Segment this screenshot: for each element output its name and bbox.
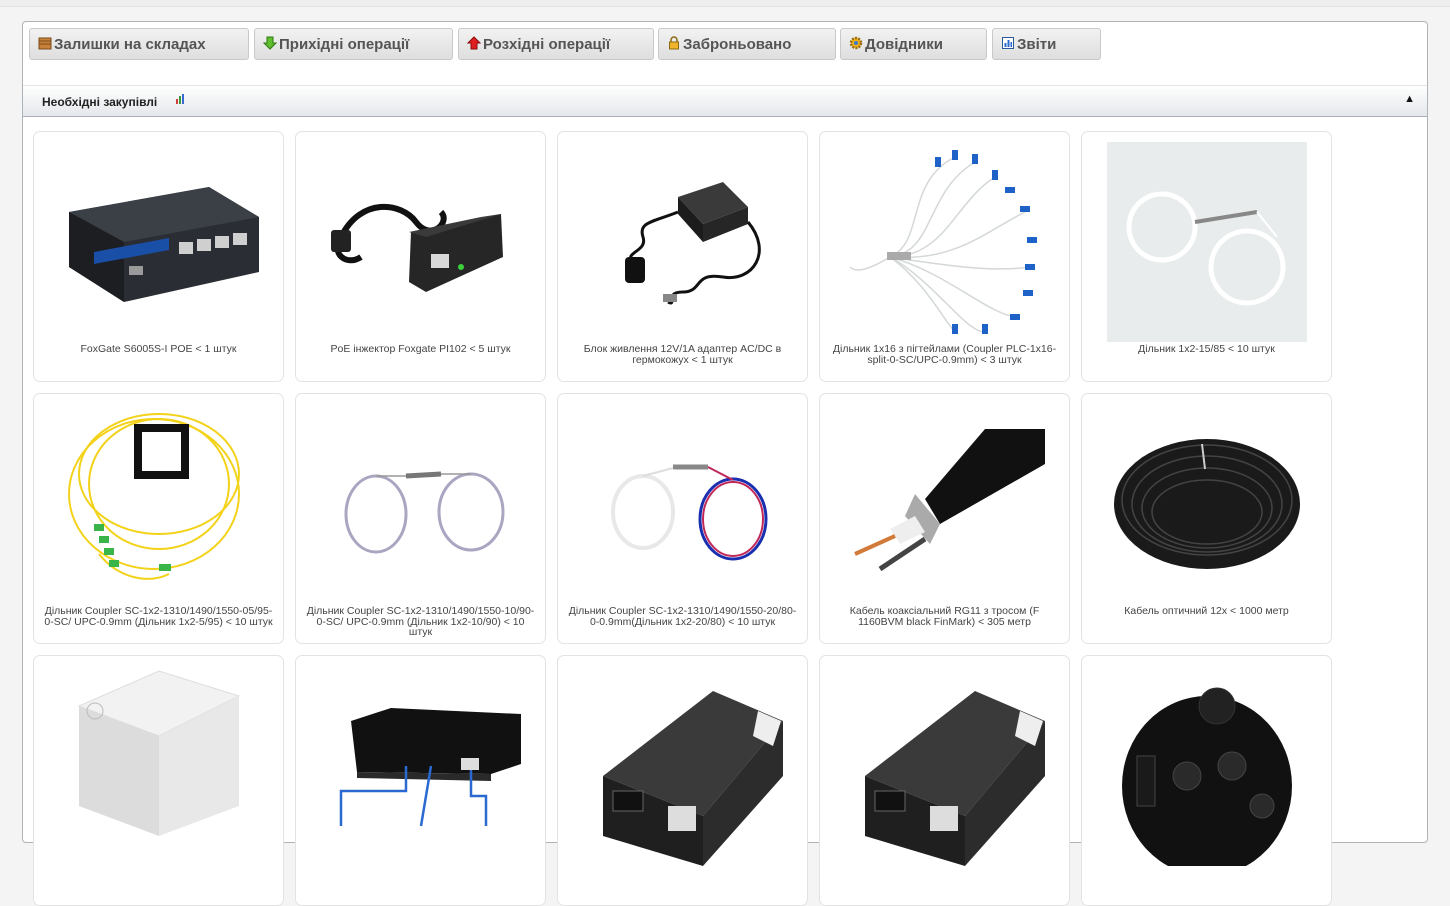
- tab-reserved[interactable]: Заброньовано: [658, 28, 836, 60]
- report-icon: [1002, 37, 1014, 49]
- arrow-down-icon: [263, 36, 277, 50]
- tab-label: Прихідні операції: [279, 36, 410, 53]
- tab-directories[interactable]: Довідники: [840, 28, 987, 60]
- media-box-image: [339, 708, 521, 827]
- lock-icon: [669, 36, 679, 50]
- splice-closure-image: [1122, 687, 1292, 866]
- tab-label: Звіти: [1017, 36, 1057, 53]
- product-name: Дільник 1х16 з пігтейлами (Coupler PLC-1…: [832, 343, 1057, 366]
- product-card[interactable]: [557, 655, 808, 906]
- coupler-red-blue-image: [611, 464, 768, 561]
- tab-reports[interactable]: Звіти: [992, 28, 1101, 60]
- section-title: Необхідні закупівлі: [42, 95, 158, 109]
- fiber-cable-image: [1114, 439, 1300, 569]
- top-strip: [0, 0, 1450, 7]
- media-converter-image: [603, 691, 783, 866]
- tab-label: Розхідні операції: [483, 36, 611, 53]
- switch-image: [69, 187, 259, 302]
- product-card[interactable]: Блок живлення 12V/1A адаптер AC/DC в гер…: [557, 131, 808, 382]
- coupler-grey-image: [344, 471, 505, 554]
- product-card[interactable]: Дільник 1х2-15/85 < 10 штук: [1081, 131, 1332, 382]
- product-name: Дільник Coupler SC-1x2-1310/1490/1550-20…: [568, 605, 797, 628]
- product-name: Дільник Coupler SC-1x2-1310/1490/1550-10…: [306, 605, 535, 638]
- warehouse-icon: [38, 37, 52, 50]
- product-card[interactable]: [819, 655, 1070, 906]
- coax-cable-image: [854, 429, 1045, 572]
- product-card[interactable]: [1081, 655, 1332, 906]
- product-card[interactable]: Дільник Coupler SC-1x2-1310/1490/1550-05…: [33, 393, 284, 644]
- tab-label: Залишки на складах: [54, 36, 206, 53]
- coupler-yellow-image: [68, 413, 240, 580]
- junction-box-image: [77, 670, 241, 836]
- product-name: PoE інжектор Foxgate PI102 < 5 штук: [330, 343, 511, 355]
- tab-label: Довідники: [865, 36, 943, 53]
- tab-outgoing[interactable]: Розхідні операції: [458, 28, 654, 60]
- product-name: Кабель оптичний 12х < 1000 метр: [1124, 605, 1289, 617]
- splitter-1x16-image: [849, 150, 1037, 334]
- product-card[interactable]: [295, 655, 546, 906]
- product-card[interactable]: PoE інжектор Foxgate PI102 < 5 штук: [295, 131, 546, 382]
- product-name: FoxGate S6005S-I POE < 1 штук: [80, 343, 237, 355]
- product-name: Дільник Coupler SC-1x2-1310/1490/1550-05…: [44, 605, 273, 628]
- product-card[interactable]: Кабель коаксіальний RG11 з тросом (F 116…: [819, 393, 1070, 644]
- product-card[interactable]: FoxGate S6005S-I POE < 1 штук: [33, 131, 284, 382]
- product-card[interactable]: Дільник 1х16 з пігтейлами (Coupler PLC-1…: [819, 131, 1070, 382]
- media-converter-image: [865, 691, 1045, 866]
- product-name: Блок живлення 12V/1A адаптер AC/DC в гер…: [583, 343, 782, 366]
- splitter-1x2-image: [1107, 142, 1307, 342]
- product-card[interactable]: Дільник Coupler SC-1x2-1310/1490/1550-20…: [557, 393, 808, 644]
- gear-icon: [849, 36, 863, 50]
- product-name: Кабель коаксіальний RG11 з тросом (F 116…: [849, 605, 1040, 628]
- bar-chart-icon: [176, 94, 184, 104]
- power-adapter-image: [625, 182, 761, 305]
- product-card[interactable]: [33, 655, 284, 906]
- tab-label: Заброньовано: [683, 36, 792, 53]
- product-card[interactable]: Кабель оптичний 12х < 1000 метр: [1081, 393, 1332, 644]
- section-header-required-purchases: Необхідні закупівлі ▲: [23, 85, 1427, 117]
- poe-injector-image: [331, 203, 503, 292]
- collapse-toggle-icon[interactable]: ▲: [1404, 93, 1415, 105]
- product-name: Дільник 1х2-15/85 < 10 штук: [1138, 343, 1275, 355]
- product-card[interactable]: Дільник Coupler SC-1x2-1310/1490/1550-10…: [295, 393, 546, 644]
- tab-incoming[interactable]: Прихідні операції: [254, 28, 453, 60]
- tab-warehouse-stock[interactable]: Залишки на складах: [29, 28, 249, 60]
- arrow-up-icon: [467, 36, 481, 50]
